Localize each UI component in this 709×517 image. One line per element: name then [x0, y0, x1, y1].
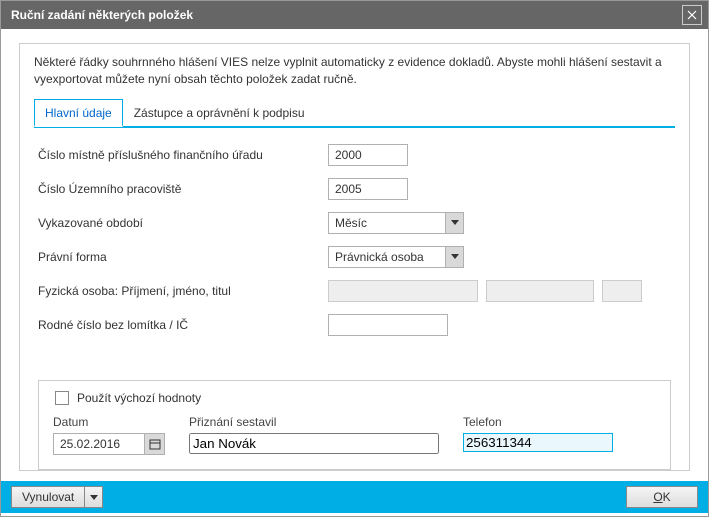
tab-representative[interactable]: Zástupce a oprávnění k podpisu	[123, 99, 316, 127]
chevron-down-icon	[451, 220, 459, 225]
select-legal-form-dropdown[interactable]	[445, 247, 463, 267]
label-person: Fyzická osoba: Příjmení, jméno, titul	[38, 284, 328, 298]
select-period[interactable]: Měsíc	[328, 212, 464, 234]
input-prepared-by[interactable]	[189, 433, 439, 454]
input-title-disabled	[602, 280, 642, 302]
close-icon	[687, 10, 697, 20]
reset-button[interactable]: Vynulovat	[11, 486, 85, 508]
input-date-value: 25.02.2016	[54, 434, 144, 454]
label-prepared-by: Přiznání sestavil	[189, 415, 439, 429]
checkbox-use-defaults[interactable]	[55, 391, 69, 405]
label-use-defaults: Použít výchozí hodnoty	[77, 391, 201, 405]
intro-text: Některé řádky souhrnného hlášení VIES ne…	[34, 54, 675, 88]
titlebar: Ruční zadání některých položek	[1, 1, 708, 29]
input-phone[interactable]	[463, 433, 613, 452]
label-period: Vykazované období	[38, 216, 328, 230]
label-phone: Telefon	[463, 415, 613, 429]
window-title: Ruční zadání některých položek	[11, 8, 682, 22]
select-legal-form-value: Právnická osoba	[329, 247, 445, 267]
ok-button[interactable]: OK	[626, 486, 698, 508]
reset-dropdown[interactable]	[85, 486, 103, 508]
dialog-body: Některé řádky souhrnného hlášení VIES ne…	[19, 43, 690, 471]
label-tax-office: Číslo místně příslušného finančního úřad…	[38, 148, 328, 162]
label-rc: Rodné číslo bez lomítka / IČ	[38, 318, 328, 332]
close-button[interactable]	[682, 5, 702, 25]
select-legal-form[interactable]: Právnická osoba	[328, 246, 464, 268]
tab-main[interactable]: Hlavní údaje	[34, 99, 123, 127]
input-date[interactable]: 25.02.2016	[53, 433, 165, 455]
label-legal-form: Právní forma	[38, 250, 328, 264]
input-workplace[interactable]	[328, 178, 408, 200]
calendar-icon	[149, 438, 161, 450]
defaults-panel: Použít výchozí hodnoty Datum 25.02.2016	[38, 380, 671, 470]
input-firstname-disabled	[486, 280, 594, 302]
input-surname-disabled	[328, 280, 478, 302]
date-picker-button[interactable]	[144, 434, 164, 454]
select-period-dropdown[interactable]	[445, 213, 463, 233]
chevron-down-icon	[451, 254, 459, 259]
label-date: Datum	[53, 415, 165, 429]
input-rc[interactable]	[328, 314, 448, 336]
reset-split-button: Vynulovat	[11, 486, 103, 508]
chevron-down-icon	[90, 495, 98, 500]
tabstrip: Hlavní údaje Zástupce a oprávnění k podp…	[34, 98, 675, 128]
footer-bar: Vynulovat OK	[1, 481, 708, 513]
label-workplace: Číslo Územního pracoviště	[38, 182, 328, 196]
input-tax-office[interactable]	[328, 144, 408, 166]
select-period-value: Měsíc	[329, 213, 445, 233]
